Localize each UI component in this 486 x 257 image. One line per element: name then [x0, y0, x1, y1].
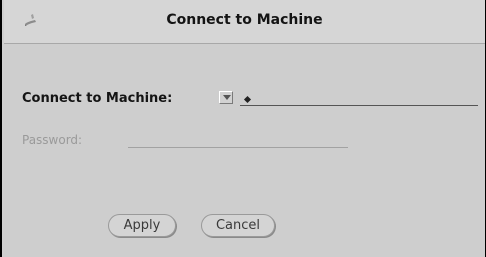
password-input[interactable]: [128, 132, 348, 148]
machine-input[interactable]: [240, 90, 478, 106]
apply-button[interactable]: Apply: [108, 214, 176, 237]
password-label: Password:: [22, 133, 83, 147]
cancel-button[interactable]: Cancel: [201, 214, 275, 237]
dialog-window: Connect to Machine Connect to Machine: P…: [0, 0, 486, 257]
connect-label: Connect to Machine:: [22, 91, 173, 106]
machine-menu-button[interactable]: [219, 91, 233, 104]
dialog-body: Connect to Machine: Password: Apply Canc…: [4, 44, 485, 257]
title-bar[interactable]: Connect to Machine: [4, 0, 485, 44]
menu-arrow-icon: [223, 95, 231, 100]
text-caret: [243, 95, 252, 104]
window-title: Connect to Machine: [166, 12, 323, 28]
